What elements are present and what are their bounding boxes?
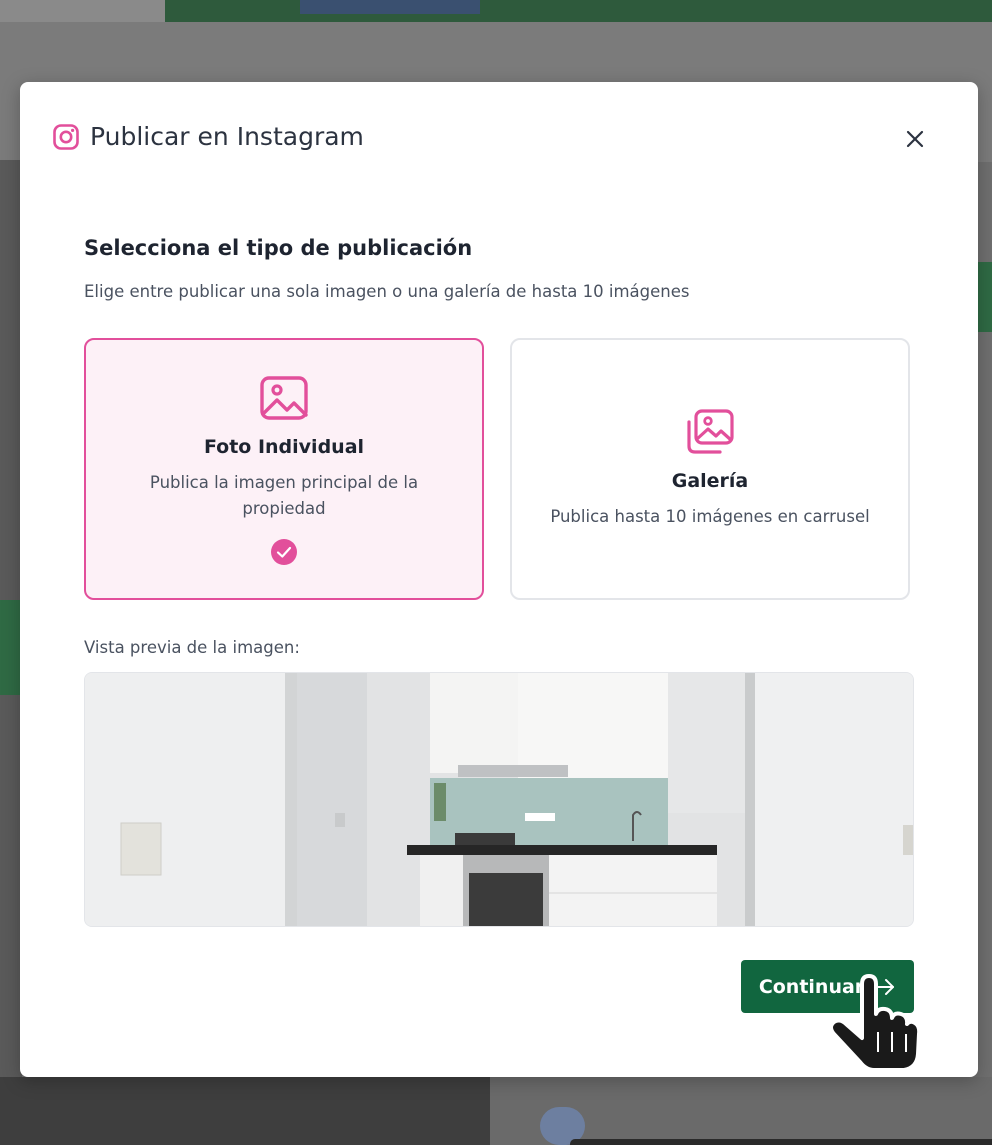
kitchen-photo <box>85 673 913 926</box>
section-subtitle: Elige entre publicar una sola imagen o u… <box>84 282 690 301</box>
instagram-icon <box>53 123 79 150</box>
option-single-photo[interactable]: Foto Individual Publica la imagen princi… <box>84 338 484 600</box>
option-description: Publica hasta 10 imágenes en carrusel <box>550 507 870 526</box>
background-green-accent-right <box>976 262 992 332</box>
check-circle-icon <box>271 539 297 565</box>
preview-label: Vista previa de la imagen: <box>84 638 300 657</box>
section-title: Selecciona el tipo de publicación <box>84 236 473 260</box>
option-description: Publica la imagen principal de la propie… <box>149 473 419 518</box>
background-bottom <box>0 1077 992 1145</box>
instagram-publish-modal: Publicar en Instagram Selecciona el tipo… <box>20 82 978 1077</box>
property-preview-image <box>84 672 914 927</box>
modal-header: Publicar en Instagram <box>52 122 364 151</box>
image-icon <box>260 376 308 420</box>
background-top-bar <box>0 0 992 22</box>
option-title: Foto Individual <box>203 436 365 458</box>
modal-title: Publicar en Instagram <box>90 122 364 151</box>
close-icon[interactable] <box>904 128 926 150</box>
background-green-accent <box>0 600 22 695</box>
hand-cursor-icon <box>829 974 922 1072</box>
option-gallery[interactable]: Galería Publica hasta 10 imágenes en car… <box>510 338 910 600</box>
images-icon <box>687 409 734 454</box>
option-title: Galería <box>671 470 749 492</box>
